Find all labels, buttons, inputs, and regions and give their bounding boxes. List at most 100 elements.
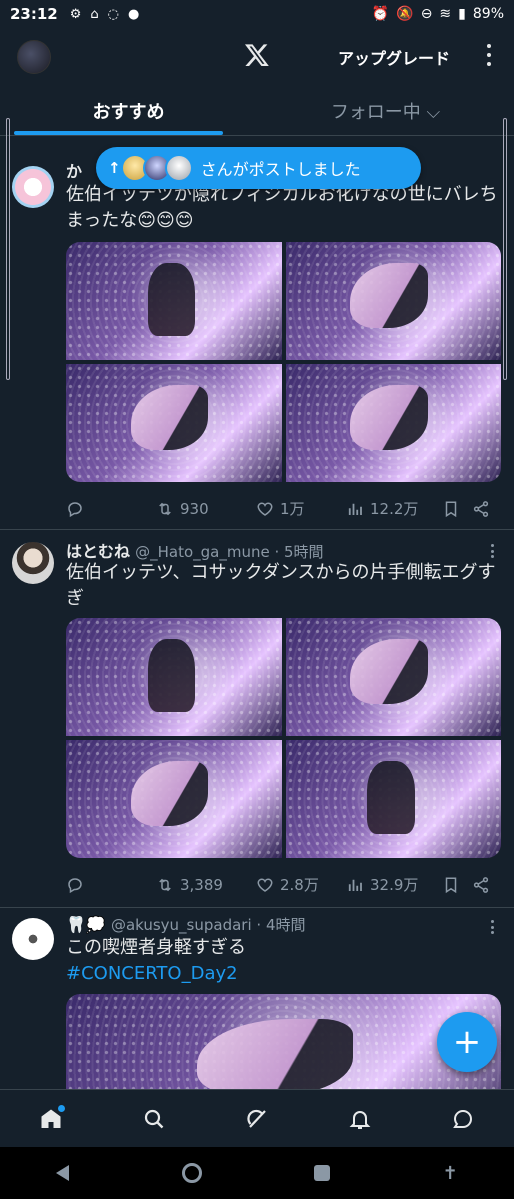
timeline-tabs: おすすめ フォロー中 ⌵ bbox=[0, 84, 514, 136]
notification-dot bbox=[58, 1104, 66, 1112]
author-name[interactable]: はとむね bbox=[66, 542, 130, 561]
views-icon bbox=[348, 503, 362, 515]
home-circle-icon[interactable] bbox=[181, 1163, 202, 1183]
new-posts-pill[interactable]: ↑ さんがポストしました bbox=[96, 147, 421, 189]
retweet-icon bbox=[159, 878, 171, 891]
avatar[interactable] bbox=[12, 918, 54, 960]
bookmark-icon bbox=[445, 877, 457, 893]
author-name[interactable]: 🦷💭 bbox=[66, 915, 106, 934]
like-button[interactable]: 2.8万 bbox=[256, 874, 346, 895]
share-icon bbox=[473, 500, 489, 517]
media-image[interactable] bbox=[285, 242, 501, 360]
tweet[interactable]: はとむね @_Hato_ga_mune · 5時間 佐伯イッテツ、コサックダンス… bbox=[0, 530, 514, 908]
tweet-body: この喫煙者身軽すぎる bbox=[66, 937, 246, 958]
like-count: 2.8万 bbox=[280, 876, 319, 894]
tab-following[interactable]: フォロー中 ⌵ bbox=[257, 84, 514, 135]
tweet-more-icon[interactable] bbox=[489, 920, 495, 934]
reply-icon bbox=[68, 877, 82, 893]
upgrade-button[interactable]: アップグレード bbox=[338, 45, 450, 69]
media-image[interactable] bbox=[66, 242, 282, 360]
media-image[interactable] bbox=[66, 994, 501, 1089]
bookmark-button[interactable] bbox=[442, 500, 472, 518]
bell-icon bbox=[349, 1110, 371, 1129]
message-icon bbox=[452, 1109, 472, 1128]
like-button[interactable]: 1万 bbox=[256, 498, 346, 519]
media-image[interactable] bbox=[285, 740, 501, 858]
retweet-count: 3,389 bbox=[180, 875, 223, 894]
nav-notifications[interactable] bbox=[345, 1104, 375, 1134]
accessibility-icon[interactable]: ✝ bbox=[443, 1163, 458, 1184]
status-time: 23:12 bbox=[10, 5, 58, 23]
tweet-media[interactable] bbox=[66, 994, 501, 1089]
tab-label: おすすめ bbox=[92, 102, 165, 123]
app-icon: ● bbox=[128, 6, 140, 22]
reply-button[interactable] bbox=[66, 500, 156, 518]
views-button[interactable]: 12.2万 bbox=[346, 498, 442, 519]
search-icon bbox=[145, 1109, 164, 1128]
grok-icon bbox=[247, 1109, 266, 1128]
bookmark-button[interactable] bbox=[442, 876, 472, 894]
mute-icon: 🔕 bbox=[396, 6, 414, 22]
back-icon[interactable] bbox=[56, 1165, 70, 1181]
profile-avatar[interactable] bbox=[17, 40, 51, 74]
tweet-media-grid[interactable] bbox=[66, 618, 501, 858]
tweet-text: 佐伯イッテツ、コサックダンスからの片手側転エグすぎ bbox=[66, 562, 496, 609]
tweet-media-grid[interactable] bbox=[66, 242, 501, 482]
retweet-button[interactable]: 3,389 bbox=[156, 876, 256, 894]
media-image[interactable] bbox=[285, 364, 501, 482]
media-image[interactable] bbox=[66, 364, 282, 482]
media-image[interactable] bbox=[285, 618, 501, 736]
notification-icons: ⚙ ⌂ ◌ ● bbox=[70, 7, 140, 22]
share-button[interactable] bbox=[472, 500, 496, 518]
hashtag-link[interactable]: #CONCERTO_Day2 bbox=[66, 961, 506, 987]
status-bar: 23:12 ⚙ ⌂ ◌ ● ⏰ 🔕 ⊖ ≋ ▮ 89% bbox=[0, 0, 514, 28]
nav-search[interactable] bbox=[139, 1104, 169, 1134]
avatar[interactable] bbox=[12, 542, 54, 584]
heart-icon bbox=[257, 501, 273, 516]
top-header: アップグレード bbox=[0, 28, 514, 84]
view-count: 12.2万 bbox=[370, 500, 419, 518]
nav-grok[interactable] bbox=[242, 1104, 272, 1134]
more-options-icon[interactable] bbox=[484, 42, 494, 68]
arrow-up-icon: ↑ bbox=[108, 159, 121, 177]
tweet-header: か bbox=[66, 158, 82, 182]
tweet[interactable]: か 佐伯イッテツが隠れフィジカルお化けなの世にバレちまったな😊😊😊 930 1万… bbox=[0, 152, 514, 530]
author-handle-time: @_Hato_ga_mune · 5時間 bbox=[135, 543, 324, 561]
tab-label: フォロー中 ⌵ bbox=[330, 102, 441, 123]
compose-button[interactable]: + bbox=[437, 1012, 497, 1072]
system-icons: ⏰ 🔕 ⊖ ≋ ▮ 89% bbox=[372, 6, 504, 22]
views-icon bbox=[348, 879, 362, 891]
share-button[interactable] bbox=[472, 876, 496, 894]
reply-button[interactable] bbox=[66, 876, 156, 894]
share-icon bbox=[473, 876, 489, 893]
battery-icon: ▮ bbox=[458, 6, 466, 22]
recents-icon[interactable] bbox=[314, 1165, 331, 1181]
wifi-icon: ≋ bbox=[439, 6, 452, 22]
home-icon: ⌂ bbox=[90, 6, 99, 22]
avatar[interactable] bbox=[12, 166, 54, 208]
tweet-more-icon[interactable] bbox=[489, 544, 495, 558]
heart-icon bbox=[257, 877, 273, 892]
bottom-nav bbox=[0, 1089, 514, 1147]
nav-messages[interactable] bbox=[448, 1104, 478, 1134]
tweet[interactable]: 🦷💭 @akusyu_supadari · 4時間 この喫煙者身軽すぎる #CO… bbox=[0, 908, 514, 1089]
system-nav-bar: ✝ bbox=[0, 1147, 514, 1199]
bookmark-icon bbox=[445, 501, 457, 517]
retweet-button[interactable]: 930 bbox=[156, 500, 256, 518]
reply-icon bbox=[68, 501, 82, 517]
tab-for-you[interactable]: おすすめ bbox=[0, 84, 257, 135]
author-name[interactable]: か bbox=[66, 162, 82, 181]
retweet-icon bbox=[159, 502, 171, 515]
lightbulb-icon: ◌ bbox=[107, 6, 120, 22]
tweet-text: この喫煙者身軽すぎる #CONCERTO_Day2 bbox=[66, 935, 506, 987]
toast-label: さんがポストしました bbox=[200, 160, 361, 179]
plus-icon: + bbox=[452, 1022, 482, 1062]
nav-home[interactable] bbox=[36, 1104, 66, 1134]
views-button[interactable]: 32.9万 bbox=[346, 874, 442, 895]
retweet-count: 930 bbox=[180, 499, 209, 518]
media-image[interactable] bbox=[66, 618, 282, 736]
media-image[interactable] bbox=[66, 740, 282, 858]
avatar bbox=[164, 154, 193, 182]
alarm-icon: ⏰ bbox=[371, 6, 390, 22]
dnd-icon: ⊖ bbox=[420, 6, 433, 22]
